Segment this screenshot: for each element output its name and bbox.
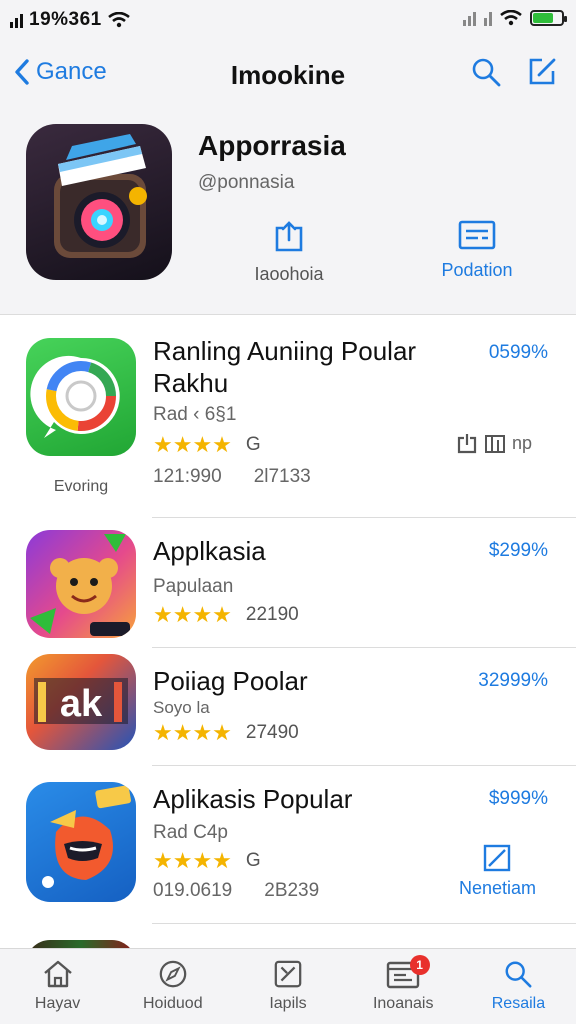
list-item[interactable]: ak Poiiag Poolar Soyo la ★★★★ 27490 3299… bbox=[0, 648, 576, 766]
description-label: Podation bbox=[441, 260, 513, 280]
app-icon-monkey bbox=[26, 530, 136, 638]
chart-icon bbox=[484, 844, 511, 872]
featured-app-header: Apporrasia @ponnasia Iaoohoia Podation bbox=[0, 110, 576, 315]
app-icon-ak: ak bbox=[26, 654, 136, 750]
status-bar: 19%361 bbox=[0, 0, 576, 40]
side-label: np bbox=[511, 432, 532, 453]
stat-value: 2B239 bbox=[264, 880, 320, 901]
search-icon bbox=[505, 961, 532, 988]
battery-icon bbox=[530, 10, 567, 26]
rating-count: 22190 bbox=[245, 604, 299, 625]
app-name: Aplikasis Popular bbox=[153, 784, 353, 814]
stat-value: 121:990 bbox=[153, 466, 222, 487]
stat-value: 019.0619 bbox=[153, 880, 233, 901]
featured-app-title: Apporrasia bbox=[198, 130, 346, 161]
tab-updates[interactable]: 1 Inoanais bbox=[346, 949, 461, 1024]
list-item[interactable]: Aplikasis Popular Rad C4p ★★★★ G 019.061… bbox=[0, 766, 576, 924]
price-button[interactable]: 0599% bbox=[489, 342, 548, 364]
tab-label: Hayav bbox=[34, 995, 81, 1012]
get-action[interactable]: Nenetiam bbox=[459, 844, 536, 899]
signal-icon bbox=[10, 12, 23, 28]
signal-icon bbox=[484, 10, 492, 26]
star-rating-icon: ★★★★ bbox=[153, 720, 232, 745]
tab-label: Resaila bbox=[491, 995, 546, 1012]
featured-app-handle: @ponnasia bbox=[198, 172, 295, 193]
tab-label: Iapils bbox=[269, 995, 307, 1012]
compass-icon bbox=[159, 960, 187, 988]
wifi-icon bbox=[500, 10, 522, 26]
status-time: 19%361 bbox=[29, 9, 102, 30]
search-icon[interactable] bbox=[470, 56, 502, 88]
rating: ★★★★ G bbox=[153, 432, 261, 458]
featured-app-icon[interactable] bbox=[26, 124, 172, 280]
share-icon bbox=[457, 434, 477, 454]
app-icon-camera bbox=[26, 338, 136, 456]
share-icon bbox=[275, 221, 303, 252]
rating: ★★★★ 22190 bbox=[153, 602, 299, 628]
tab-today[interactable]: Hayav bbox=[0, 949, 115, 1024]
navigation-bar: Gance Imookine bbox=[0, 40, 576, 110]
list-item[interactable]: Evoring Ranling Auniing Poular Rakhu Rad… bbox=[0, 316, 576, 518]
tab-label: Inoanais bbox=[372, 995, 434, 1012]
star-rating-icon: ★★★★ bbox=[153, 602, 232, 627]
svg-text:ak: ak bbox=[60, 683, 103, 725]
description-button[interactable]: Podation bbox=[422, 220, 532, 281]
app-icon-character bbox=[26, 782, 136, 902]
tab-label: Hoiduod bbox=[143, 995, 203, 1012]
rating-count: 27490 bbox=[245, 722, 299, 743]
tab-bar: Hayav Hoiduod Iapils 1 Inoanais Resaila bbox=[0, 948, 576, 1024]
app-subtitle: Rad ‹ 6§1 bbox=[153, 404, 237, 425]
rating-suffix: G bbox=[245, 434, 261, 455]
stats-icon bbox=[484, 435, 505, 453]
app-subtitle: Soyo la bbox=[153, 698, 210, 717]
app-name: Ranling Auniing Poular Rakhu bbox=[153, 336, 417, 398]
tab-discover[interactable]: Hoiduod bbox=[115, 949, 230, 1024]
star-rating-icon: ★★★★ bbox=[153, 432, 232, 457]
app-subtitle: Papulaan bbox=[153, 576, 234, 597]
price-button[interactable]: 32999% bbox=[478, 670, 548, 692]
document-icon bbox=[458, 220, 496, 250]
tab-games[interactable]: Iapils bbox=[230, 949, 345, 1024]
share-action[interactable]: np bbox=[456, 432, 532, 454]
compose-icon[interactable] bbox=[526, 56, 558, 88]
rating: ★★★★ G bbox=[153, 848, 261, 874]
side-label: Nenetiam bbox=[458, 878, 536, 898]
stat-value: 2l7133 bbox=[253, 466, 311, 487]
price-button[interactable]: $999% bbox=[489, 788, 548, 810]
app-subtitle: Rad C4p bbox=[153, 822, 228, 843]
share-button[interactable]: Iaoohoia bbox=[244, 220, 334, 285]
rating-suffix: G bbox=[245, 850, 261, 871]
app-stats: 019.0619 2B239 bbox=[153, 880, 319, 902]
notification-badge: 1 bbox=[409, 955, 430, 975]
app-caption: Evoring bbox=[53, 478, 109, 495]
tab-search[interactable]: Resaila bbox=[461, 949, 576, 1024]
app-name: Poiiag Poolar bbox=[153, 666, 308, 696]
signal-icon bbox=[463, 10, 476, 26]
app-stats: 121:990 2l7133 bbox=[153, 466, 311, 488]
price-button[interactable]: $299% bbox=[489, 540, 548, 562]
app-name: Applkasia bbox=[153, 536, 266, 566]
games-icon bbox=[274, 960, 302, 988]
home-icon bbox=[43, 960, 72, 988]
share-label: Iaoohoia bbox=[254, 264, 324, 284]
wifi-icon bbox=[107, 12, 130, 28]
star-rating-icon: ★★★★ bbox=[153, 848, 232, 873]
rating: ★★★★ 27490 bbox=[153, 720, 299, 746]
list-item[interactable]: Applkasia Papulaan ★★★★ 22190 $299% bbox=[0, 518, 576, 648]
